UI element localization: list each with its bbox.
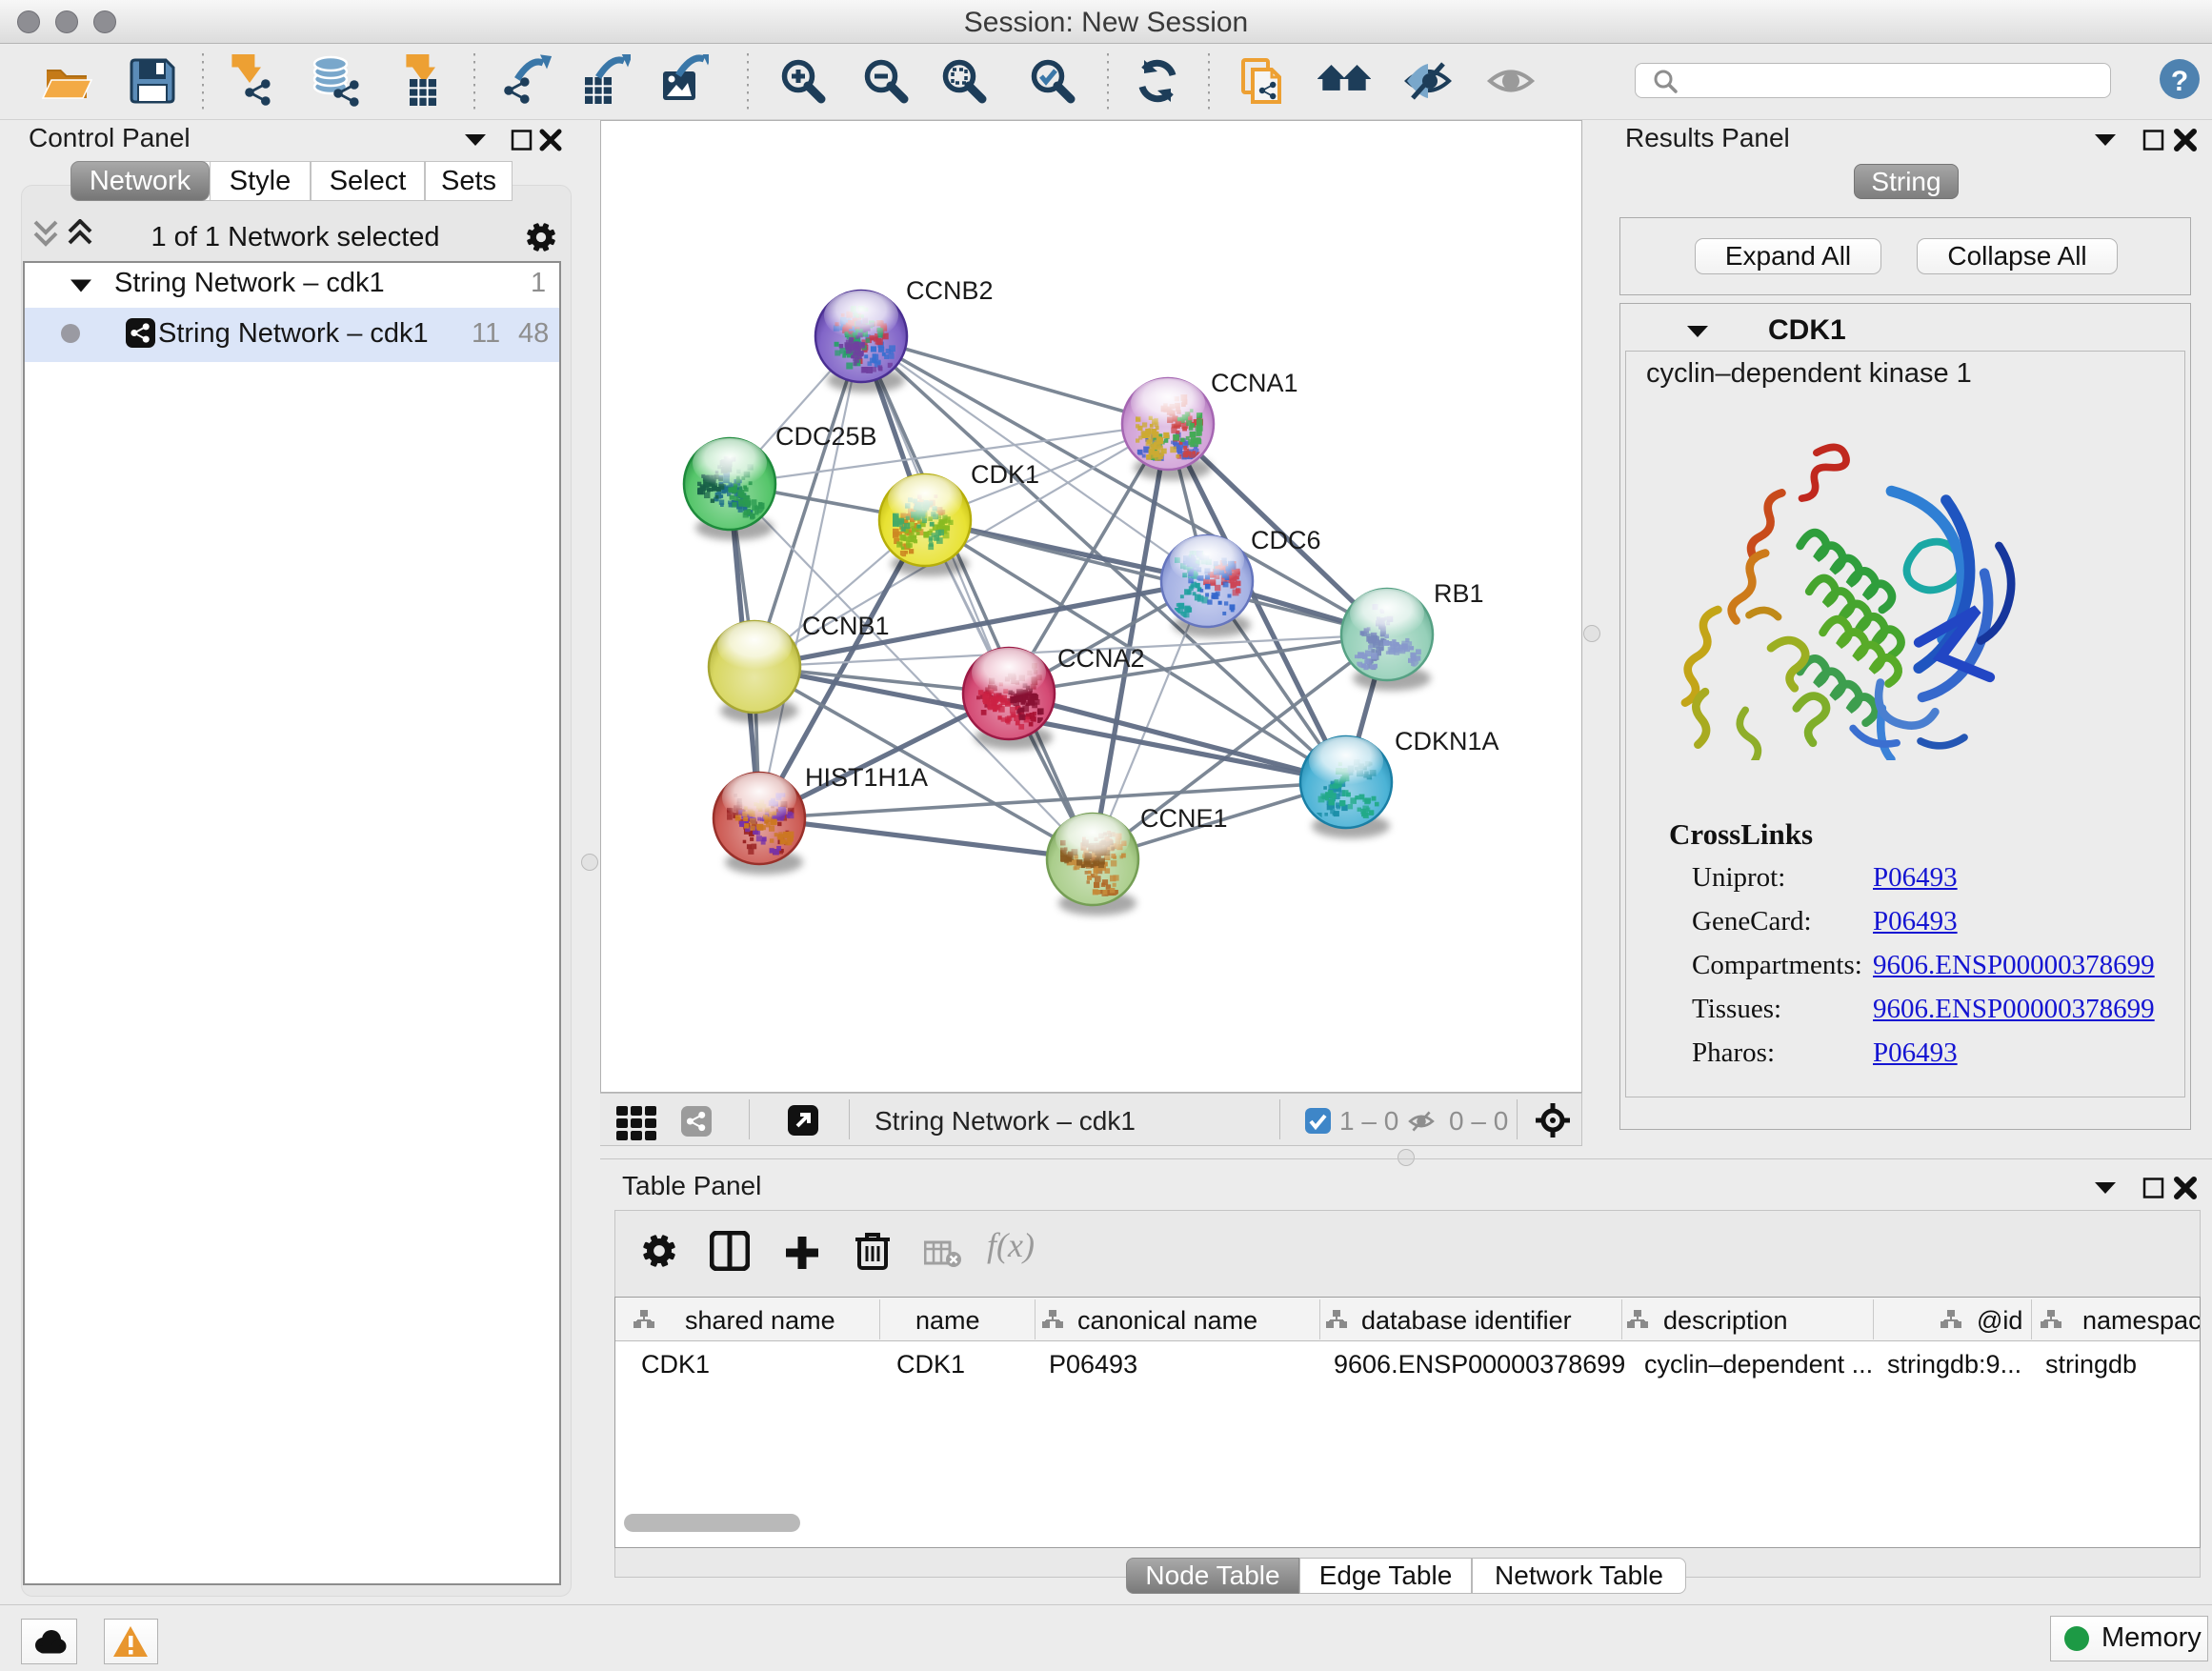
svg-text:CCNB2: CCNB2: [906, 276, 994, 305]
svg-text:CDC25B: CDC25B: [775, 422, 877, 451]
svg-text:CCNB1: CCNB1: [802, 612, 890, 640]
svg-text:CCNE1: CCNE1: [1140, 804, 1228, 833]
svg-text:CDKN1A: CDKN1A: [1395, 727, 1499, 755]
svg-text:HIST1H1A: HIST1H1A: [805, 763, 928, 792]
svg-text:CDK1: CDK1: [971, 460, 1039, 489]
svg-text:CDC6: CDC6: [1251, 526, 1321, 554]
svg-text:CCNA2: CCNA2: [1057, 644, 1145, 673]
svg-text:?: ?: [2171, 66, 2188, 97]
svg-text:RB1: RB1: [1434, 579, 1484, 608]
svg-text:CCNA1: CCNA1: [1211, 369, 1298, 397]
